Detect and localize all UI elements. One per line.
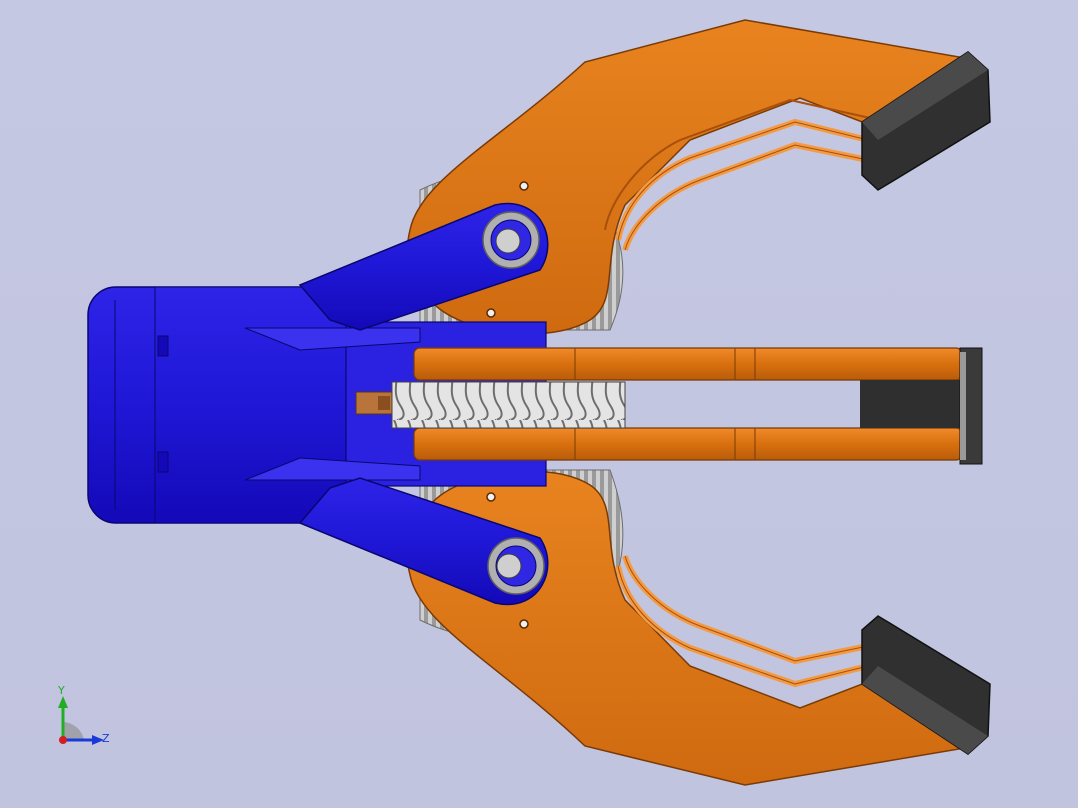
triad-graphic	[58, 696, 104, 745]
worm-gear[interactable]	[355, 381, 626, 429]
cad-viewport[interactable]: Y Z	[0, 0, 1078, 808]
x-axis-dot	[59, 736, 67, 744]
orientation-triad[interactable]: Y Z	[44, 682, 124, 762]
z-axis-label: Z	[102, 732, 110, 745]
gripper-assembly-model[interactable]	[0, 0, 1078, 808]
y-axis-label: Y	[58, 684, 65, 697]
